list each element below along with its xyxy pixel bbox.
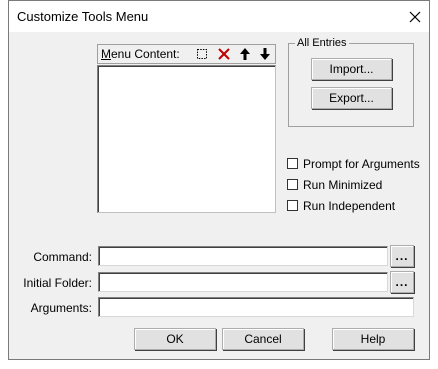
command-field[interactable]	[98, 246, 388, 266]
close-button[interactable]	[401, 3, 429, 31]
delete-icon	[218, 48, 230, 60]
initial-folder-field[interactable]	[98, 272, 388, 292]
cancel-button[interactable]: Cancel	[222, 328, 304, 350]
menu-content-label: Menu Content:	[101, 47, 180, 61]
ok-button[interactable]: OK	[134, 328, 216, 350]
move-down-button[interactable]	[255, 45, 275, 63]
move-up-button[interactable]	[235, 45, 255, 63]
menu-content-list[interactable]	[97, 65, 276, 213]
run-minimized-label: Run Minimized	[303, 178, 383, 192]
customize-tools-dialog: Customize Tools Menu Menu Content: All E…	[8, 0, 430, 360]
export-button[interactable]: Export...	[311, 87, 392, 109]
command-browse-button[interactable]: ...	[390, 245, 414, 267]
import-button[interactable]: Import...	[311, 58, 392, 80]
initial-folder-label: Initial Folder:	[23, 276, 92, 290]
menu-content-label-rest: enu Content:	[111, 47, 180, 61]
move-up-icon	[240, 48, 250, 60]
new-item-button[interactable]	[192, 45, 212, 63]
new-item-icon	[197, 49, 207, 59]
help-button[interactable]: Help	[332, 328, 414, 350]
command-label: Command:	[33, 250, 92, 264]
run-independent-label: Run Independent	[303, 199, 396, 213]
arguments-field[interactable]	[98, 297, 414, 317]
all-entries-group	[288, 43, 414, 127]
delete-item-button[interactable]	[214, 45, 234, 63]
run-independent-checkbox[interactable]	[287, 200, 298, 211]
prompt-for-arguments-label: Prompt for Arguments	[303, 157, 420, 171]
prompt-for-arguments-checkbox[interactable]	[287, 158, 298, 169]
close-icon	[409, 11, 421, 23]
title-bar: Customize Tools Menu	[9, 1, 429, 32]
menu-content-mnemonic: M	[101, 47, 111, 61]
dialog-title: Customize Tools Menu	[17, 9, 149, 24]
initial-folder-browse-button[interactable]: ...	[390, 271, 414, 293]
run-minimized-checkbox[interactable]	[287, 179, 298, 190]
all-entries-legend: All Entries	[295, 37, 349, 50]
menu-content-header: Menu Content:	[97, 44, 276, 64]
arguments-label: Arguments:	[30, 301, 92, 315]
move-down-icon	[260, 48, 270, 60]
